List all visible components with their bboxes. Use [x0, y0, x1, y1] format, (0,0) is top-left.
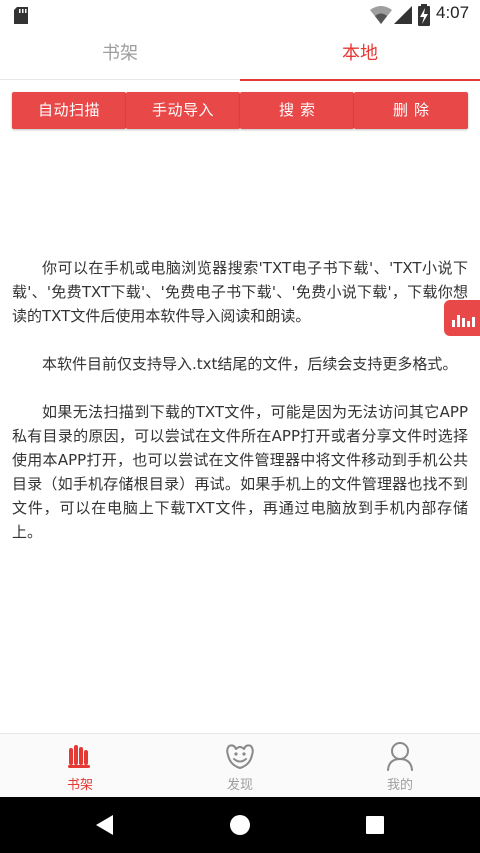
nav-discover[interactable]: 发现: [160, 734, 320, 798]
wifi-icon: [370, 6, 392, 24]
manual-import-button[interactable]: 手动导入: [126, 92, 240, 129]
search-button[interactable]: 搜索: [240, 92, 354, 129]
sd-card-icon: [14, 7, 28, 24]
help-text: 你可以在手机或电脑浏览器搜索'TXT电子书下载'、'TXT小说下载'、'免费TX…: [12, 256, 468, 568]
delete-button[interactable]: 删除: [354, 92, 468, 129]
tab-bookshelf[interactable]: 书架: [0, 30, 240, 80]
nav-bookshelf-label: 书架: [66, 778, 93, 793]
nav-profile[interactable]: 我的: [320, 734, 480, 798]
nav-bookshelf[interactable]: 书架: [0, 734, 160, 798]
bookshelf-icon: [68, 745, 90, 768]
status-bar: 4:07: [0, 0, 480, 30]
back-icon[interactable]: [93, 813, 115, 837]
battery-charging-icon: [418, 4, 430, 26]
floating-equalizer-button[interactable]: [444, 300, 480, 336]
discover-icon: [226, 744, 254, 769]
auto-scan-button[interactable]: 自动扫描: [12, 92, 126, 129]
recents-icon[interactable]: [366, 816, 384, 834]
help-paragraph-1: 你可以在手机或电脑浏览器搜索'TXT电子书下载'、'TXT小说下载'、'免费TX…: [12, 259, 468, 325]
nav-discover-label: 发现: [226, 778, 253, 793]
top-tabs: 书架 本地: [0, 30, 480, 81]
help-paragraph-2: 本软件目前仅支持导入.txt结尾的文件，后续会支持更多格式。: [42, 355, 458, 373]
system-nav-bar: [0, 797, 480, 853]
action-row: 自动扫描 手动导入 搜索 删除: [12, 92, 468, 129]
clock: 4:07: [436, 3, 470, 22]
nav-profile-label: 我的: [386, 778, 413, 793]
signal-icon: [394, 6, 412, 24]
tab-local[interactable]: 本地: [240, 30, 480, 81]
bottom-nav: 书架 发现 我的: [0, 733, 480, 797]
profile-icon: [387, 742, 413, 771]
equalizer-icon: [452, 315, 475, 327]
help-paragraph-3: 如果无法扫描到下载的TXT文件，可能是因为无法访问其它APP私有目录的原因，可以…: [12, 403, 468, 541]
home-icon[interactable]: [229, 814, 251, 836]
